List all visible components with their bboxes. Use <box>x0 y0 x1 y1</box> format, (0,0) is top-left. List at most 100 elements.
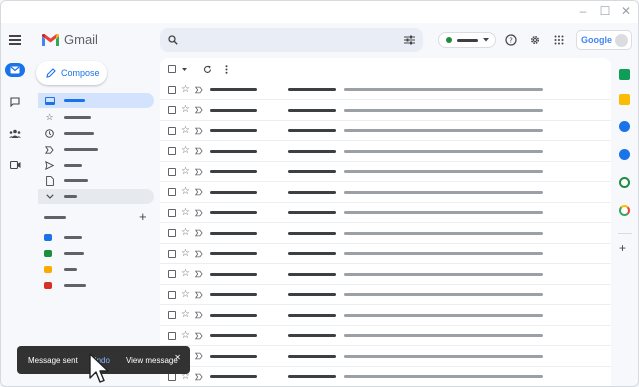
star-icon[interactable]: ☆ <box>181 84 190 95</box>
compose-button[interactable]: Compose <box>36 61 107 85</box>
important-icon[interactable] <box>195 86 203 94</box>
apps-icon[interactable] <box>552 33 566 47</box>
star-icon[interactable]: ☆ <box>181 330 190 341</box>
row-checkbox[interactable] <box>168 208 176 217</box>
chevron-down-icon[interactable] <box>182 67 187 71</box>
nav-item-inbox[interactable] <box>38 93 154 108</box>
table-row[interactable]: ☆ <box>160 183 611 203</box>
refresh-icon[interactable] <box>203 65 212 74</box>
avatar[interactable] <box>615 33 628 47</box>
settings-icon[interactable] <box>528 33 542 47</box>
table-row[interactable]: ☆ <box>160 244 611 264</box>
nav-item-more[interactable] <box>38 189 154 204</box>
important-icon[interactable] <box>195 352 203 360</box>
table-row[interactable]: ☆ <box>160 347 611 367</box>
star-icon[interactable]: ☆ <box>181 166 190 177</box>
nav-item-drafts[interactable] <box>38 173 154 188</box>
maximize-icon[interactable]: ☐ <box>598 4 612 18</box>
table-row[interactable]: ☆ <box>160 265 611 285</box>
row-checkbox[interactable] <box>168 331 176 340</box>
keep-icon[interactable] <box>619 94 630 105</box>
table-row[interactable]: ☆ <box>160 306 611 326</box>
important-icon[interactable] <box>195 291 203 299</box>
row-checkbox[interactable] <box>168 167 176 176</box>
label-item[interactable] <box>44 232 82 242</box>
star-icon[interactable]: ☆ <box>181 187 190 197</box>
filter-icon[interactable] <box>404 35 415 45</box>
table-row[interactable]: ☆ <box>160 162 611 182</box>
important-icon[interactable] <box>195 311 203 319</box>
star-icon[interactable]: ☆ <box>181 207 190 218</box>
select-all-checkbox[interactable] <box>168 65 176 73</box>
star-icon[interactable]: ☆ <box>181 146 190 156</box>
star-icon[interactable]: ☆ <box>181 105 190 115</box>
table-row[interactable]: ☆ <box>160 285 611 305</box>
chevron-down-icon <box>483 38 489 42</box>
google-account-button[interactable]: Google <box>576 30 632 50</box>
row-checkbox[interactable] <box>168 311 176 319</box>
more-icon[interactable] <box>225 64 228 74</box>
plus-icon[interactable]: + <box>139 209 147 224</box>
meet-icon[interactable] <box>5 158 25 172</box>
table-row[interactable]: ☆ <box>160 101 611 121</box>
search-icon[interactable] <box>168 35 178 45</box>
important-icon[interactable] <box>195 147 203 155</box>
row-checkbox[interactable] <box>168 85 176 94</box>
table-row[interactable]: ☆ <box>160 367 611 386</box>
browser-window: – ☐ ✕ Gmail Compose ☆ + ? Google ☆ ☆ ☆ ☆… <box>0 0 639 387</box>
row-checkbox[interactable] <box>168 147 176 155</box>
important-icon[interactable] <box>195 250 203 258</box>
row-checkbox[interactable] <box>168 188 176 196</box>
important-icon[interactable] <box>195 106 203 114</box>
mail-icon[interactable] <box>5 63 25 77</box>
table-row[interactable]: ☆ <box>160 224 611 244</box>
maps-icon[interactable] <box>619 205 630 216</box>
row-checkbox[interactable] <box>168 229 176 237</box>
table-row[interactable]: ☆ <box>160 326 611 346</box>
nav-item-sent[interactable] <box>38 158 154 173</box>
spaces-icon[interactable] <box>5 126 25 140</box>
close-window-icon[interactable]: ✕ <box>619 4 633 18</box>
label-item[interactable] <box>44 248 84 258</box>
view-message-button[interactable]: View message <box>126 356 178 365</box>
table-row[interactable]: ☆ <box>160 142 611 162</box>
nav-item-starred[interactable]: ☆ <box>38 110 154 125</box>
important-icon[interactable] <box>195 373 203 381</box>
search-bar[interactable] <box>160 28 423 52</box>
row-checkbox[interactable] <box>168 290 176 299</box>
nav-item-snoozed[interactable] <box>38 126 154 141</box>
help-icon[interactable]: ? <box>504 33 518 47</box>
label-item[interactable] <box>44 280 86 290</box>
contacts-icon[interactable] <box>619 149 630 160</box>
table-row[interactable]: ☆ <box>160 121 611 141</box>
chat-icon[interactable] <box>5 95 25 109</box>
important-icon[interactable] <box>195 332 203 340</box>
important-icon[interactable] <box>195 229 203 237</box>
close-icon[interactable]: ✕ <box>174 353 181 362</box>
star-icon[interactable]: ☆ <box>181 310 190 320</box>
star-icon[interactable]: ☆ <box>181 289 190 300</box>
row-checkbox[interactable] <box>168 106 176 114</box>
label-item[interactable] <box>44 264 77 274</box>
plus-icon[interactable]: + <box>619 242 626 254</box>
row-checkbox[interactable] <box>168 126 176 135</box>
nav-item-important[interactable] <box>38 142 154 157</box>
row-checkbox[interactable] <box>168 270 176 278</box>
table-row[interactable]: ☆ <box>160 203 611 223</box>
minimize-icon[interactable]: – <box>576 4 590 18</box>
table-row[interactable]: ☆ <box>160 80 611 100</box>
star-icon[interactable]: ☆ <box>181 269 190 279</box>
important-icon[interactable] <box>195 188 203 196</box>
star-icon[interactable]: ☆ <box>181 125 190 136</box>
sheets-icon[interactable] <box>619 69 630 80</box>
important-icon[interactable] <box>195 168 203 176</box>
important-icon[interactable] <box>195 127 203 135</box>
status-chip[interactable] <box>438 32 496 48</box>
important-icon[interactable] <box>195 209 203 217</box>
star-icon[interactable]: ☆ <box>181 248 190 259</box>
star-icon[interactable]: ☆ <box>181 228 190 238</box>
row-checkbox[interactable] <box>168 249 176 258</box>
tasks-icon[interactable] <box>619 121 630 132</box>
phone-icon[interactable] <box>619 177 630 188</box>
important-icon[interactable] <box>195 270 203 278</box>
